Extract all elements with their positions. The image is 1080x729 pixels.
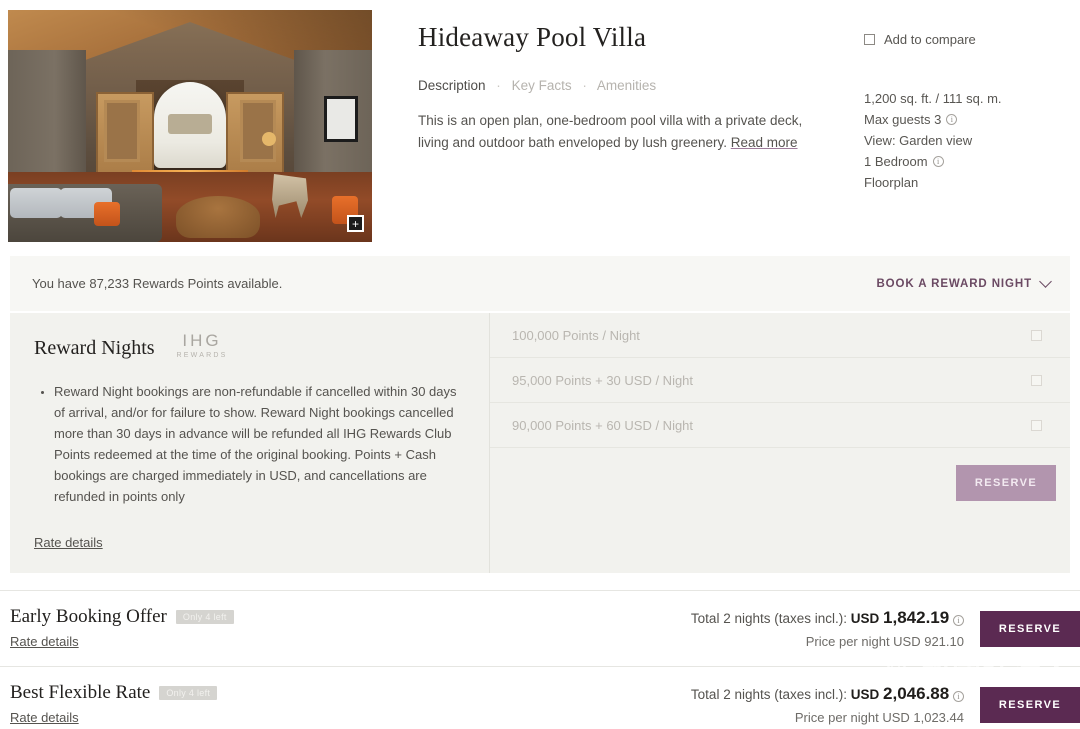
room-tabs: Description · Key Facts · Amenities <box>418 78 864 93</box>
rate-total-amount: 2,046.88 <box>883 684 950 703</box>
availability-badge: Only 4 left <box>159 686 218 700</box>
rate-name-wrap: Early Booking Offer Only 4 left <box>10 606 690 628</box>
rate-currency: USD <box>850 687 880 702</box>
rate-row: Early Booking Offer Only 4 left Rate det… <box>0 590 1080 666</box>
photo-cushion-orange <box>94 202 120 226</box>
availability-badge: Only 4 left <box>175 610 234 624</box>
book-reward-night-button[interactable]: BOOK A REWARD NIGHT <box>876 275 1052 290</box>
room-info: Hideaway Pool Villa Description · Key Fa… <box>372 10 864 242</box>
fact-floorplan[interactable]: Floorplan <box>864 172 1080 193</box>
info-icon[interactable]: i <box>946 114 958 125</box>
photo-coffee-table <box>176 196 260 238</box>
fact-view: View: Garden view <box>864 130 1080 151</box>
rate-action: RESERVE <box>980 610 1080 647</box>
reward-option-checkbox[interactable] <box>1031 419 1042 431</box>
tab-key-facts[interactable]: Key Facts <box>512 78 572 93</box>
info-icon[interactable]: i <box>953 691 964 702</box>
reward-reserve-zone: RESERVE <box>490 448 1070 573</box>
rate-row: Best Flexible Rate Only 4 left Rate deta… <box>0 666 1080 729</box>
add-to-compare-label: Add to compare <box>884 32 976 47</box>
photo-bed-headboard <box>168 114 212 134</box>
rate-total-amount: 1,842.19 <box>883 608 950 627</box>
photo-cushion <box>10 188 62 218</box>
reward-nights-title: Reward Nights <box>34 337 155 359</box>
reward-options-column: 100,000 Points / Night 95,000 Points + 3… <box>490 313 1070 573</box>
expand-icon[interactable]: + <box>347 215 364 232</box>
photo-alcove-right <box>240 100 276 162</box>
reward-terms-list: Reward Night bookings are non-refundable… <box>34 381 466 507</box>
room-summary-section: + Hideaway Pool Villa Description · Key … <box>0 0 1080 242</box>
ihg-logo-main: IHG <box>182 331 222 350</box>
rate-details-link[interactable]: Rate details <box>10 710 79 725</box>
reward-terms-item: Reward Night bookings are non-refundable… <box>54 381 466 507</box>
rate-per-night: Price per night USD 921.10 <box>805 634 964 649</box>
add-to-compare[interactable]: Add to compare <box>864 32 1080 47</box>
fact-bedroom-label: 1 Bedroom <box>864 154 928 169</box>
room-description: This is an open plan, one-bedroom pool v… <box>418 110 818 154</box>
reward-option-row[interactable]: 90,000 Points + 60 USD / Night <box>490 403 1070 448</box>
rewards-available-text: You have 87,233 Rewards Points available… <box>32 276 283 291</box>
reserve-button[interactable]: RESERVE <box>980 610 1080 647</box>
read-more-link[interactable]: Read more <box>731 135 798 150</box>
ihg-rewards-logo: IHG REWARDS <box>177 331 228 360</box>
rate-row-info: Best Flexible Rate Only 4 left Rate deta… <box>0 682 690 727</box>
reward-option-row[interactable]: 95,000 Points + 30 USD / Night <box>490 358 1070 403</box>
reward-reserve-button[interactable]: RESERVE <box>956 465 1056 501</box>
rate-name: Early Booking Offer <box>10 606 167 627</box>
tab-description[interactable]: Description <box>418 78 486 93</box>
info-icon[interactable]: i <box>932 156 944 167</box>
rate-price-block: Total 2 nights (taxes incl.): USD 1,842.… <box>690 608 980 649</box>
fact-floorplan-label: Floorplan <box>864 175 919 190</box>
rate-currency: USD <box>850 611 880 626</box>
tab-amenities[interactable]: Amenities <box>597 78 656 93</box>
reward-rate-details-link[interactable]: Rate details <box>34 535 103 550</box>
chevron-down-icon <box>1039 275 1052 288</box>
rate-total-line: Total 2 nights (taxes incl.): USD 1,842.… <box>690 608 964 628</box>
room-facts: Add to compare 1,200 sq. ft. / 111 sq. m… <box>864 10 1080 242</box>
reward-nights-terms-column: Reward Nights IHG REWARDS Reward Night b… <box>10 313 490 573</box>
reward-option-row[interactable]: 100,000 Points / Night <box>490 313 1070 358</box>
fact-view-label: View: Garden view <box>864 133 973 148</box>
tab-separator: · <box>582 78 587 93</box>
fact-max-guests-label: Max guests 3 <box>864 112 942 127</box>
reward-option-label: 95,000 Points + 30 USD / Night <box>512 372 694 388</box>
rewards-bar: You have 87,233 Rewards Points available… <box>10 256 1070 311</box>
reserve-button[interactable]: RESERVE <box>980 686 1080 723</box>
reward-nights-header: Reward Nights IHG REWARDS <box>34 331 467 360</box>
photo-lamp <box>262 132 276 146</box>
ihg-logo-sub: REWARDS <box>176 352 228 359</box>
page-title: Hideaway Pool Villa <box>418 22 647 52</box>
fact-list: 1,200 sq. ft. / 111 sq. m. Max guests 3 … <box>864 88 1080 193</box>
room-photo[interactable]: + <box>8 10 372 242</box>
reward-nights-panel: Reward Nights IHG REWARDS Reward Night b… <box>10 313 1070 573</box>
photo-artwork <box>324 96 358 142</box>
fact-size: 1,200 sq. ft. / 111 sq. m. <box>864 88 1080 109</box>
tab-separator: · <box>496 78 501 93</box>
compare-checkbox[interactable] <box>864 34 875 45</box>
reward-option-checkbox[interactable] <box>1031 374 1042 386</box>
rate-name: Best Flexible Rate <box>10 682 151 703</box>
book-reward-night-label: BOOK A REWARD NIGHT <box>876 277 1032 290</box>
rate-per-night: Price per night USD 1,023.44 <box>794 710 964 725</box>
photo-alcove-left <box>104 100 140 162</box>
reward-option-label: 100,000 Points / Night <box>512 327 640 343</box>
reward-option-checkbox[interactable] <box>1031 329 1042 341</box>
rate-name-wrap: Best Flexible Rate Only 4 left <box>10 682 690 704</box>
rate-total-line: Total 2 nights (taxes incl.): USD 2,046.… <box>690 684 964 704</box>
room-booking-page: + Hideaway Pool Villa Description · Key … <box>0 0 1080 729</box>
rate-action: RESERVE <box>980 686 1080 723</box>
rate-details-link[interactable]: Rate details <box>10 634 79 649</box>
rate-total-prefix: Total 2 nights (taxes incl.): <box>690 611 847 626</box>
rate-total-prefix: Total 2 nights (taxes incl.): <box>690 687 847 702</box>
info-icon[interactable]: i <box>953 615 964 626</box>
rate-price-block: Total 2 nights (taxes incl.): USD 2,046.… <box>690 684 980 725</box>
rate-row-info: Early Booking Offer Only 4 left Rate det… <box>0 606 690 651</box>
reward-option-label: 90,000 Points + 60 USD / Night <box>512 417 694 433</box>
fact-bedroom: 1 Bedroom i <box>864 151 1080 172</box>
fact-max-guests: Max guests 3 i <box>864 109 1080 130</box>
fact-size-label: 1,200 sq. ft. / 111 sq. m. <box>864 91 1002 106</box>
